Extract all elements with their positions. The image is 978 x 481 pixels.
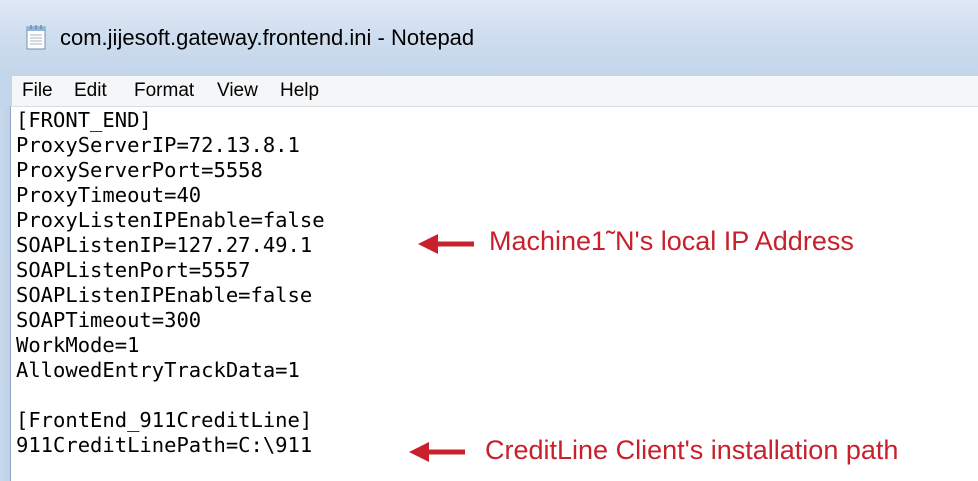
editor-line: [FRONT_END] bbox=[16, 108, 152, 132]
menu-edit[interactable]: Edit bbox=[74, 80, 107, 102]
annotation-install-path: CreditLine Client's installation path bbox=[485, 435, 899, 465]
notepad-icon bbox=[26, 24, 46, 50]
editor-line: SOAPListenIPEnable=false bbox=[16, 283, 313, 307]
editor-line: [FrontEnd_911CreditLine] bbox=[16, 408, 313, 432]
notepad-window: com.jijesoft.gateway.frontend.ini - Note… bbox=[0, 0, 978, 481]
text-editor-area[interactable]: [FRONT_END] ProxyServerIP=72.13.8.1 Prox… bbox=[11, 107, 978, 481]
window-title: com.jijesoft.gateway.frontend.ini - Note… bbox=[60, 25, 475, 50]
editor-line: 911CreditLinePath=C:\911 bbox=[16, 433, 313, 457]
editor-line: ProxyTimeout=40 bbox=[16, 183, 202, 207]
editor-line: SOAPListenPort=5557 bbox=[16, 258, 251, 282]
editor-line: SOAPTimeout=300 bbox=[16, 308, 202, 332]
editor-line: SOAPListenIP=127.27.49.1 bbox=[16, 233, 313, 257]
editor-line: ProxyListenIPEnable=false bbox=[16, 208, 325, 232]
annotation-local-ip: Machine1˜N's local IP Address bbox=[489, 226, 854, 256]
editor-line: WorkMode=1 bbox=[16, 333, 140, 357]
menu-bar: File Edit Format View Help bbox=[0, 76, 978, 107]
menu-format[interactable]: Format bbox=[134, 80, 194, 102]
left-arrow-icon bbox=[418, 233, 476, 260]
editor-line: ProxyServerIP=72.13.8.1 bbox=[16, 133, 300, 157]
window-left-border bbox=[0, 106, 11, 481]
menu-file[interactable]: File bbox=[22, 80, 53, 102]
menu-view[interactable]: View bbox=[217, 80, 258, 102]
title-bar[interactable]: com.jijesoft.gateway.frontend.ini - Note… bbox=[0, 0, 978, 76]
left-arrow-icon bbox=[409, 441, 467, 468]
editor-line: ProxyServerPort=5558 bbox=[16, 158, 263, 182]
editor-line: AllowedEntryTrackData=1 bbox=[16, 358, 300, 382]
menu-help[interactable]: Help bbox=[280, 80, 319, 102]
